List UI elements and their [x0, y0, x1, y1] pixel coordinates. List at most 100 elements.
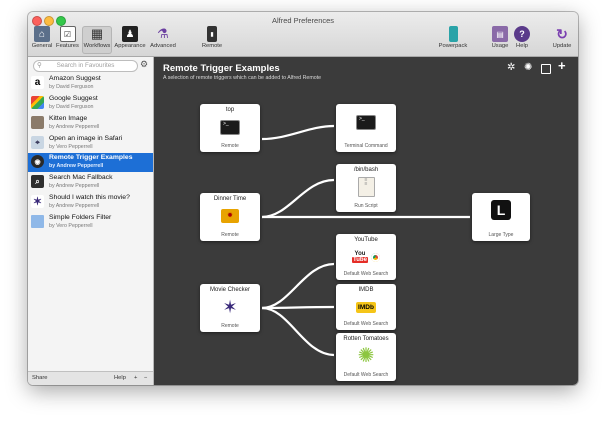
toolbar-general-label: General [31, 43, 53, 49]
toolbar-usage[interactable]: ▤ Usage [489, 26, 511, 54]
youtube-search-node[interactable]: YouTube You Tube Default Web Search [336, 234, 396, 280]
search-icon: ⚲ [37, 62, 42, 69]
youtube-icon: You Tube [348, 247, 384, 267]
toolbar-workflows-label: Workflows [83, 43, 111, 49]
features-icon: ☑ [59, 26, 76, 42]
list-item[interactable]: ⌖ Open an image in Safari by Vero Pepper… [28, 134, 153, 153]
node-label: Run Script [354, 203, 378, 209]
node-title: Dinner Time [213, 196, 247, 202]
node-label: Remote [221, 323, 239, 329]
list-item-name: Simple Folders Filter [49, 214, 112, 221]
toolbar-powerpack[interactable]: Powerpack [436, 26, 470, 54]
toolbar-features[interactable]: ☑ Features [55, 26, 80, 54]
toolbar-usage-label: Usage [491, 43, 509, 49]
help-icon: ? [514, 26, 530, 42]
node-title: IMDB [358, 287, 374, 293]
toolbar-appearance[interactable]: ♟ Appearance [113, 26, 147, 54]
search-input[interactable]: ⚲ Search in Favourites [33, 60, 138, 72]
list-item-name: Search Mac Fallback [49, 174, 113, 181]
window-title: Alfred Preferences [271, 16, 335, 25]
node-label: Default Web Search [343, 372, 389, 378]
toolbar: Alfred Preferences ⌂ General ☑ Features … [28, 12, 578, 57]
splat-icon: ✺ [357, 345, 375, 367]
wire-movie-youtube [261, 262, 335, 310]
update-icon: ↻ [556, 25, 568, 42]
list-item-selected[interactable]: ◉ Remote Trigger Examples by Andrew Pepp… [28, 153, 153, 172]
sidebar-bottom-bar: Share Help + − [28, 371, 153, 385]
search-mac-icon: ⌕ [31, 175, 44, 188]
gear-icon[interactable]: ⚙ [140, 59, 148, 70]
remote-icon: ◉ [31, 155, 44, 168]
list-item-name: Kitten Image [49, 115, 88, 122]
remote-trigger-movie-checker[interactable]: Movie Checker ✶ Remote [200, 284, 260, 332]
flask-icon: ⚗ [157, 26, 169, 41]
help-button[interactable]: Help [114, 375, 126, 381]
iphone-icon: ▮ [207, 26, 217, 42]
list-item[interactable]: Kitten Image by Andrew Pepperrell [28, 114, 153, 133]
add-workflow-button[interactable]: + [134, 375, 137, 381]
terminal-icon: >_ [220, 117, 240, 137]
list-item[interactable]: ⌕ Search Mac Fallback by Andrew Pepperre… [28, 173, 153, 192]
imdb-search-node[interactable]: IMDB IMDb Default Web Search [336, 284, 396, 330]
toolbar-appearance-label: Appearance [114, 43, 146, 49]
run-script-node[interactable]: /bin/bash ≡ ≡ Run Script [336, 164, 396, 212]
toolbar-help[interactable]: ? Help [512, 26, 532, 54]
toolbar-update[interactable]: ↻ Update [549, 26, 575, 54]
script-scroll-icon: ≡ ≡ [356, 177, 376, 197]
wire-dinner-bash [261, 178, 335, 219]
movie-star-icon: ✶ [222, 297, 238, 317]
list-item-author: by Andrew Pepperrell [49, 183, 100, 189]
list-item-name: Should I watch this movie? [49, 194, 130, 201]
rotten-tomatoes-search-node[interactable]: Rotten Tomatoes ✺ Default Web Search [336, 333, 396, 381]
list-item-name: Remote Trigger Examples [49, 154, 133, 161]
node-title: Rotten Tomatoes [343, 336, 389, 342]
toolbar-remote[interactable]: ▮ Remote [198, 26, 226, 54]
list-item[interactable]: a Amazon Suggest by David Ferguson [28, 74, 153, 93]
toolbar-general[interactable]: ⌂ General [30, 26, 54, 54]
wire-top-terminal [261, 124, 335, 141]
remote-trigger-top[interactable]: top >_ Remote [200, 104, 260, 152]
list-item-author: by David Ferguson [49, 84, 94, 90]
wire-movie-imdb [261, 305, 335, 310]
list-item-author: by Vero Pepperrell [49, 223, 93, 229]
list-item-author: by Vero Pepperrell [49, 144, 93, 150]
safari-icon: ⌖ [31, 136, 44, 149]
preferences-window: Alfred Preferences ⌂ General ☑ Features … [28, 12, 578, 385]
folder-icon [31, 215, 44, 228]
node-title: Movie Checker [209, 287, 250, 293]
list-item-author: by Andrew Pepperrell [49, 124, 100, 130]
terminal-command-node[interactable]: >_ Terminal Command [336, 104, 396, 152]
remote-trigger-dinner-time[interactable]: Dinner Time ✹ Remote [200, 193, 260, 241]
remove-workflow-button[interactable]: − [144, 375, 147, 381]
toolbar-advanced[interactable]: ⚗ Advanced [148, 26, 178, 54]
workflows-icon: ▦ [90, 26, 104, 41]
toolbar-help-label: Help [516, 43, 528, 49]
dinner-sign-icon: ✹ [220, 206, 240, 226]
toolbar-workflows[interactable]: ▦ Workflows [82, 26, 112, 54]
list-item-name: Amazon Suggest [49, 75, 101, 82]
node-label: Default Web Search [343, 271, 389, 277]
toolbar-advanced-label: Advanced [150, 43, 176, 49]
list-item-author: by Andrew Pepperrell [49, 163, 104, 169]
list-item[interactable]: Simple Folders Filter by Vero Pepperrell [28, 213, 153, 232]
list-item-author: by David Ferguson [49, 104, 94, 110]
toolbar-powerpack-label: Powerpack [438, 43, 468, 49]
youtube-tube-text: Tube [352, 257, 368, 263]
share-button[interactable]: Share [32, 375, 47, 381]
movie-star-icon: ✶ [31, 195, 44, 208]
kitten-icon [31, 116, 44, 129]
terminal-icon: >_ [356, 112, 376, 132]
workflow-canvas[interactable]: Remote Trigger Examples A selection of r… [154, 57, 578, 385]
large-type-node[interactable]: L Large Type [472, 193, 530, 241]
list-item[interactable]: ✶ Should I watch this movie? by Andrew P… [28, 193, 153, 212]
toolbar-features-label: Features [56, 43, 79, 49]
amazon-icon: a [31, 76, 44, 89]
node-title: YouTube [354, 237, 378, 243]
list-item-name: Open an image in Safari [49, 135, 123, 142]
tuxedo-icon: ♟ [122, 26, 138, 42]
toolbar-remote-label: Remote [201, 43, 223, 49]
list-item[interactable]: Google Suggest by David Ferguson [28, 94, 153, 113]
node-label: Remote [221, 232, 239, 238]
chrome-icon [370, 252, 380, 262]
imdb-icon: IMDb [356, 297, 376, 317]
